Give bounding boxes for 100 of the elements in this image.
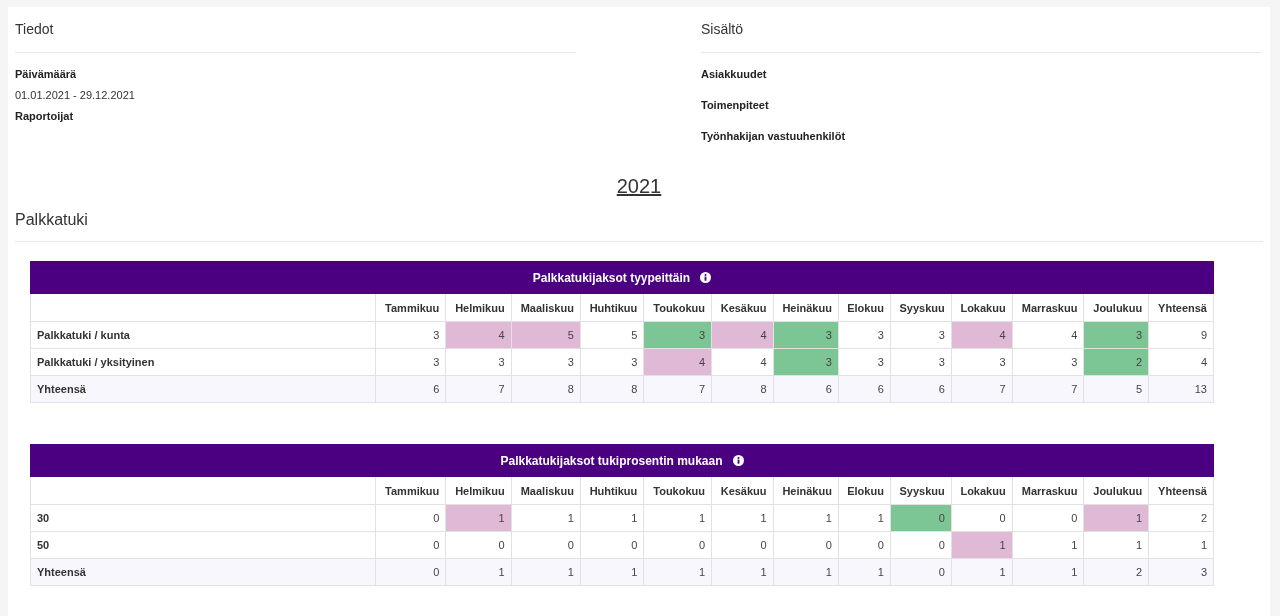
- table-cell: 1: [643, 504, 712, 532]
- field-label: Päivämäärä: [15, 68, 78, 80]
- content-item: Työnhakijan vastuuhenkilöt: [701, 130, 847, 142]
- column-header: Huhtikuu: [580, 293, 644, 322]
- table-cell: 1: [643, 558, 712, 586]
- table-cell: 1: [580, 504, 644, 532]
- table-cell: 6: [375, 375, 446, 403]
- table-cell: 3: [838, 348, 891, 376]
- table-cell: 4: [1012, 321, 1084, 349]
- column-header: Kesäkuu: [711, 476, 774, 505]
- column-header: Joulukuu: [1083, 293, 1149, 322]
- table-title: Palkkatukijaksot tyypeittäin: [532, 270, 691, 285]
- row-label: Yhteensä: [30, 375, 376, 403]
- table-cell: 1: [1012, 558, 1084, 586]
- table-cell: 7: [951, 375, 1013, 403]
- column-header: Yhteensä: [1148, 476, 1214, 505]
- table-cell: 5: [511, 321, 581, 349]
- table-cell: 0: [890, 558, 952, 586]
- field-label: Raportoijat: [15, 110, 75, 122]
- table-cell: 6: [838, 375, 891, 403]
- table-cell: 3: [951, 348, 1013, 376]
- table-cell: 8: [580, 375, 644, 403]
- table-cell: 2: [1083, 558, 1149, 586]
- column-header: Lokakuu: [951, 293, 1013, 322]
- table-cell: 3: [890, 321, 952, 349]
- info-icon[interactable]: [732, 455, 744, 466]
- table-cell: 7: [1012, 375, 1084, 403]
- table-cell: 7: [643, 375, 712, 403]
- table-cell: 9: [1148, 321, 1214, 349]
- table-cell: 6: [773, 375, 839, 403]
- column-header: Toukokuu: [643, 476, 712, 505]
- table-cell: 13: [1148, 375, 1214, 403]
- table-cell: 1: [580, 558, 644, 586]
- field-value: 01.01.2021 - 29.12.2021: [15, 89, 136, 101]
- table-cell: 6: [890, 375, 952, 403]
- column-header: Tammikuu: [375, 476, 446, 505]
- column-header: Syyskuu: [890, 293, 952, 322]
- table-cell: 1: [1012, 531, 1084, 559]
- info-icon[interactable]: [700, 272, 712, 283]
- table-cell: 1: [773, 504, 839, 532]
- table-cell: 3: [580, 348, 644, 376]
- table-cell: 0: [375, 504, 446, 532]
- table-cell: 3: [511, 348, 581, 376]
- table-cell: 2: [1148, 504, 1214, 532]
- table-cell: 8: [711, 375, 774, 403]
- table-cell: 0: [511, 531, 581, 559]
- table-cell: 1: [1083, 531, 1149, 559]
- column-header: Maaliskuu: [511, 476, 581, 505]
- table-title: Palkkatukijaksot tukiprosentin mukaan: [500, 453, 723, 468]
- table-cell: 1: [511, 504, 581, 532]
- table-cell: 5: [1083, 375, 1149, 403]
- table-cell: 0: [1012, 504, 1084, 532]
- column-header: Joulukuu: [1083, 476, 1149, 505]
- column-header: Lokakuu: [951, 476, 1013, 505]
- table-cell: 1: [838, 504, 891, 532]
- table-cell: 1: [445, 558, 512, 586]
- table-cell: 3: [375, 321, 446, 349]
- table-cell: 0: [951, 504, 1013, 532]
- table-cell: 3: [773, 348, 839, 376]
- table-cell: 0: [838, 531, 891, 559]
- column-header: Kesäkuu: [711, 293, 774, 322]
- column-header: Toukokuu: [643, 293, 712, 322]
- table-cell: 4: [643, 348, 712, 376]
- table-cell: 0: [773, 531, 839, 559]
- column-header: Elokuu: [838, 293, 891, 322]
- section-heading: Sisältö: [701, 20, 745, 39]
- table-cell: 1: [838, 558, 891, 586]
- table-cell: 0: [711, 531, 774, 559]
- table-cell: 1: [951, 558, 1013, 586]
- section-title: Palkkatuki: [15, 211, 89, 229]
- section-heading: Tiedot: [15, 20, 55, 39]
- content-item: Asiakkuudet: [701, 68, 768, 80]
- column-header: Tammikuu: [375, 293, 446, 322]
- table-cell: 0: [375, 531, 446, 559]
- column-header: Helmikuu: [445, 476, 512, 505]
- column-header: Huhtikuu: [580, 476, 644, 505]
- table-cell: 5: [580, 321, 644, 349]
- table-cell: 3: [1012, 348, 1084, 376]
- column-header: Heinäkuu: [773, 293, 839, 322]
- table-cell: 3: [445, 348, 512, 376]
- table-cell: 3: [375, 348, 446, 376]
- table-cell: 1: [773, 558, 839, 586]
- table-cell: 0: [445, 531, 512, 559]
- table-cell: 0: [890, 531, 952, 559]
- row-label: Palkkatuki / kunta: [30, 321, 376, 349]
- table-cell: 1: [711, 504, 774, 532]
- column-header: Maaliskuu: [511, 293, 581, 322]
- column-header: Elokuu: [838, 476, 891, 505]
- table-cell: 1: [1148, 531, 1214, 559]
- table-cell: 0: [375, 558, 446, 586]
- row-label: Yhteensä: [30, 558, 376, 586]
- column-header: Marraskuu: [1012, 293, 1084, 322]
- column-header: Yhteensä: [1148, 293, 1214, 322]
- year-heading: 2021: [616, 175, 662, 197]
- table-cell: 1: [511, 558, 581, 586]
- table-cell: 0: [643, 531, 712, 559]
- table-cell: 4: [445, 321, 512, 349]
- table-cell: 3: [643, 321, 712, 349]
- table-cell: 4: [711, 348, 774, 376]
- table-cell: 3: [773, 321, 839, 349]
